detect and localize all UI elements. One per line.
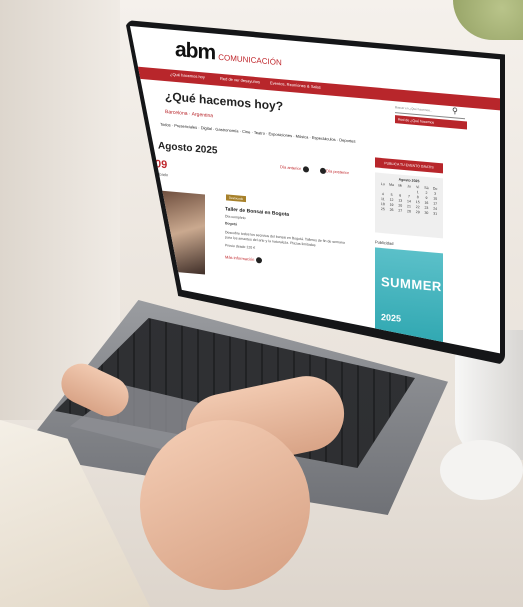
calendar-day bbox=[396, 188, 404, 193]
calendar-day[interactable]: 5 bbox=[388, 193, 396, 198]
event-subtitle: Día completo bbox=[225, 214, 246, 221]
prev-arrow-icon bbox=[302, 166, 309, 173]
calendar-day bbox=[379, 187, 387, 192]
calendar-day[interactable]: 13 bbox=[396, 198, 404, 203]
calendar-day[interactable]: 8 bbox=[414, 195, 422, 200]
plant bbox=[453, 0, 523, 40]
nav-item-1[interactable]: ¿Qué hacemos hoy bbox=[170, 71, 205, 79]
calendar-day[interactable]: 23 bbox=[423, 206, 431, 211]
poster-title: SUMMER bbox=[381, 273, 442, 295]
calendar-day[interactable]: 27 bbox=[396, 208, 404, 213]
calendar-weekday: Lu bbox=[380, 181, 385, 187]
month-title: Agosto 2025 bbox=[158, 140, 218, 157]
calendar-day[interactable]: 3 bbox=[431, 191, 439, 196]
prev-day-label: Día anterior bbox=[280, 164, 301, 172]
calendar-day[interactable]: 11 bbox=[379, 197, 387, 202]
publish-event-button[interactable]: PUBLICA TU EVENTO GRATIS bbox=[375, 157, 443, 174]
calendar-weekday: Vi bbox=[416, 185, 420, 190]
calendar-day bbox=[405, 189, 413, 194]
calendar-day[interactable]: 9 bbox=[423, 196, 431, 201]
arrow-icon bbox=[256, 257, 263, 264]
calendar-weekday: Do bbox=[432, 186, 438, 191]
photo-scene: abm COMUNICACIÓN ¿Qué hacemos hoy Red de … bbox=[0, 0, 523, 607]
calendar-day[interactable]: 12 bbox=[388, 198, 396, 203]
calendar-day[interactable]: 26 bbox=[388, 208, 396, 213]
site-logo[interactable]: abm COMUNICACIÓN bbox=[175, 38, 282, 71]
calendar-day[interactable]: 6 bbox=[396, 193, 404, 198]
calendar-weekday: Ma bbox=[389, 182, 394, 188]
search-icon[interactable]: ⚲ bbox=[452, 106, 458, 116]
category-item[interactable]: Todos bbox=[160, 122, 171, 128]
category-item[interactable]: Espectáculos bbox=[312, 135, 336, 142]
calendar-day[interactable]: 4 bbox=[379, 192, 387, 197]
calendar-day[interactable]: 1 bbox=[414, 190, 422, 195]
calendar-day[interactable]: 14 bbox=[405, 199, 413, 204]
more-info-link[interactable]: Más información bbox=[225, 254, 263, 264]
calendar-weekday: Ju bbox=[407, 184, 411, 189]
nav-item-3[interactable]: Eventos, Reuniones & Salas bbox=[270, 80, 321, 89]
region-label: Barcelona · Argentina bbox=[165, 109, 214, 120]
calendar-day[interactable]: 17 bbox=[431, 201, 439, 206]
logo-brand: abm bbox=[175, 37, 216, 65]
saucer bbox=[440, 440, 523, 500]
next-day-label: Día posterior bbox=[326, 168, 349, 176]
category-item[interactable]: Digital bbox=[201, 125, 212, 131]
category-item[interactable]: Música bbox=[296, 133, 309, 139]
calendar-weekday: Mi bbox=[398, 183, 403, 188]
prev-day-link[interactable]: Día anterior bbox=[280, 164, 309, 173]
calendar-weekday: Sá bbox=[424, 185, 429, 191]
calendar-widget: Agosto 2025 Lu Ma Mi Ju Vi Sá Do 1 2 3 4 5 6 7 8 9 10 11 1… bbox=[375, 172, 443, 239]
calendar-day[interactable]: 30 bbox=[423, 211, 431, 216]
calendar-day[interactable]: 31 bbox=[431, 211, 439, 216]
calendar-day[interactable]: 21 bbox=[405, 204, 413, 209]
calendar-day[interactable]: 20 bbox=[396, 203, 404, 208]
event-badge: Destacado bbox=[226, 194, 246, 203]
calendar-grid: Lu Ma Mi Ju Vi Sá Do 1 2 3 4 5 6 7 8 9 10 11 12 13 14 15 16 17 1… bbox=[375, 179, 443, 218]
category-item[interactable]: Deportes bbox=[339, 137, 355, 143]
calendar-day[interactable]: 2 bbox=[423, 191, 431, 196]
category-item[interactable]: Cine bbox=[242, 129, 250, 135]
calendar-day[interactable]: 15 bbox=[414, 200, 422, 205]
webpage: abm COMUNICACIÓN ¿Qué hacemos hoy Red de … bbox=[130, 26, 500, 354]
event-location: Bogotá bbox=[225, 221, 238, 227]
calendar-day bbox=[388, 188, 396, 193]
calendar-day[interactable]: 16 bbox=[423, 201, 431, 206]
calendar-day[interactable]: 29 bbox=[414, 210, 422, 215]
calendar-day[interactable]: 18 bbox=[379, 202, 387, 207]
category-item[interactable]: Presenciales bbox=[174, 123, 197, 130]
calendar-day[interactable]: 7 bbox=[405, 194, 413, 199]
category-item[interactable]: Exposiciones bbox=[269, 131, 293, 138]
ad-label: Publicidad bbox=[375, 239, 394, 247]
next-day-link[interactable]: Día posterior bbox=[318, 167, 349, 176]
poster-year: 2025 bbox=[381, 311, 402, 324]
calendar-day[interactable]: 10 bbox=[431, 196, 439, 201]
calendar-day[interactable]: 28 bbox=[405, 209, 413, 214]
calendar-day[interactable]: 24 bbox=[431, 206, 439, 211]
calendar-day[interactable]: 19 bbox=[388, 203, 396, 208]
nav-item-2[interactable]: Red de ver desayunos bbox=[220, 76, 260, 85]
calendar-day[interactable]: 25 bbox=[379, 207, 387, 212]
category-item[interactable]: Teatro bbox=[254, 130, 265, 136]
logo-tagline: COMUNICACIÓN bbox=[218, 52, 282, 68]
laptop-screen: abm COMUNICACIÓN ¿Qué hacemos hoy Red de … bbox=[130, 26, 500, 354]
more-info-label: Más información bbox=[225, 254, 255, 262]
category-item[interactable]: Gastronomía bbox=[215, 126, 238, 133]
calendar-day[interactable]: 22 bbox=[414, 205, 422, 210]
event-price: Precio desde 120 € bbox=[225, 243, 256, 250]
